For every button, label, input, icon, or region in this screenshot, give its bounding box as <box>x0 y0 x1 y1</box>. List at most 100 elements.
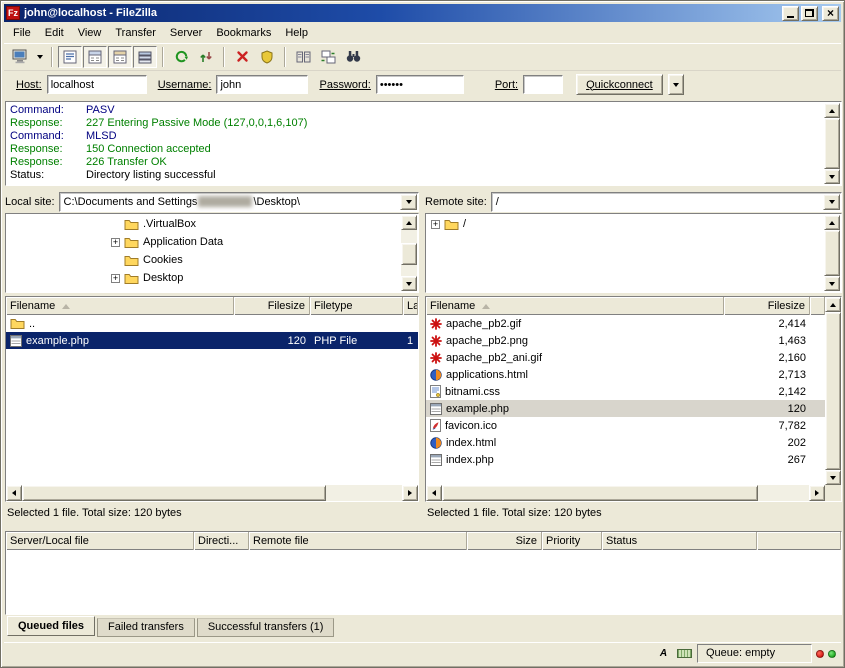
speed-limit-icon[interactable] <box>676 646 693 661</box>
scroll-left-button[interactable] <box>426 485 442 501</box>
file-row-selected[interactable]: example.php 120 PHP File 1 <box>6 332 418 349</box>
column-header-filesize[interactable]: Filesize <box>234 297 310 315</box>
tree-item[interactable]: + / <box>427 215 824 233</box>
menu-file[interactable]: File <box>6 25 38 41</box>
column-header-direction[interactable]: Directi... <box>194 532 249 550</box>
remote-site-dropdown-button[interactable] <box>823 194 840 210</box>
scroll-down-button[interactable] <box>824 169 840 184</box>
column-header-remote-file[interactable]: Remote file <box>249 532 467 550</box>
site-manager-dropdown-button[interactable] <box>33 46 46 68</box>
local-site-combobox[interactable]: C:\Documents and Settings\Desktop\ <box>59 192 419 212</box>
log-vertical-scrollbar[interactable] <box>824 103 840 184</box>
file-row[interactable]: applications.html 2,713 <box>426 366 825 383</box>
toggle-local-tree-button[interactable] <box>83 46 107 68</box>
scroll-thumb[interactable] <box>824 230 840 276</box>
column-header-priority[interactable]: Priority <box>542 532 602 550</box>
process-queue-button[interactable] <box>194 46 218 68</box>
tree-item[interactable]: + Application Data <box>7 233 401 251</box>
file-row[interactable]: favicon.ico 7,782 <box>426 417 825 434</box>
username-input[interactable] <box>216 75 308 94</box>
scroll-track[interactable] <box>825 312 841 470</box>
column-header-size[interactable]: Size <box>467 532 542 550</box>
quickconnect-dropdown-button[interactable] <box>668 74 684 95</box>
remote-list-vertical-scrollbar[interactable] <box>825 297 841 485</box>
scroll-track[interactable] <box>401 230 417 276</box>
scroll-right-button[interactable] <box>402 485 418 501</box>
tree-item[interactable]: .VirtualBox <box>7 215 401 233</box>
scroll-up-button[interactable] <box>401 215 417 230</box>
remote-tree-vertical-scrollbar[interactable] <box>824 215 840 291</box>
scroll-thumb[interactable] <box>22 485 326 501</box>
tree-item[interactable]: + Desktop <box>7 269 401 287</box>
expander-icon[interactable]: + <box>111 238 120 247</box>
file-row[interactable]: apache_pb2_ani.gif 2,160 <box>426 349 825 366</box>
column-header-server-local-file[interactable]: Server/Local file <box>6 532 194 550</box>
toggle-remote-tree-button[interactable] <box>108 46 132 68</box>
file-row[interactable]: apache_pb2.gif 2,414 <box>426 315 825 332</box>
menu-bookmarks[interactable]: Bookmarks <box>209 25 278 41</box>
minimize-button[interactable] <box>782 6 799 21</box>
scroll-down-button[interactable] <box>824 276 840 291</box>
column-header-last-modified[interactable]: Last modified <box>403 297 418 315</box>
scroll-down-button[interactable] <box>825 470 841 485</box>
find-files-button[interactable] <box>341 46 365 68</box>
quickconnect-button[interactable]: Quickconnect <box>576 74 663 95</box>
port-input[interactable] <box>523 75 563 94</box>
disconnect-button[interactable] <box>255 46 279 68</box>
scroll-track[interactable] <box>22 485 402 501</box>
expander-icon[interactable]: + <box>111 274 120 283</box>
scroll-left-button[interactable] <box>6 485 22 501</box>
scroll-thumb[interactable] <box>401 243 417 265</box>
file-row[interactable]: index.php 267 <box>426 451 825 468</box>
menu-view[interactable]: View <box>71 25 109 41</box>
toggle-message-log-button[interactable] <box>58 46 82 68</box>
close-button[interactable] <box>822 6 839 21</box>
column-header-status[interactable]: Status <box>602 532 757 550</box>
password-input[interactable] <box>376 75 464 94</box>
site-manager-button[interactable] <box>8 46 32 68</box>
menu-edit[interactable]: Edit <box>38 25 71 41</box>
remote-site-combobox[interactable]: / <box>491 192 842 212</box>
scroll-down-button[interactable] <box>401 276 417 291</box>
scroll-up-button[interactable] <box>824 215 840 230</box>
scroll-thumb[interactable] <box>442 485 758 501</box>
column-header-filename[interactable]: Filename <box>426 297 724 315</box>
file-row[interactable]: bitnami.css 2,142 <box>426 383 825 400</box>
tab-failed-transfers[interactable]: Failed transfers <box>97 618 195 637</box>
file-row[interactable]: index.html 202 <box>426 434 825 451</box>
scroll-thumb[interactable] <box>824 118 840 169</box>
local-site-dropdown-button[interactable] <box>400 194 417 210</box>
scroll-track[interactable] <box>824 118 840 169</box>
file-row-parent-directory[interactable]: .. <box>6 315 418 332</box>
cancel-button[interactable] <box>230 46 254 68</box>
queue-list-empty[interactable] <box>6 550 841 614</box>
tab-successful-transfers[interactable]: Successful transfers (1) <box>197 618 335 637</box>
scroll-track[interactable] <box>442 485 809 501</box>
restore-button[interactable] <box>801 6 818 21</box>
title-bar[interactable]: Fz john@localhost - FileZilla <box>4 4 841 22</box>
scroll-track[interactable] <box>824 230 840 276</box>
menu-server[interactable]: Server <box>163 25 209 41</box>
host-input[interactable] <box>47 75 147 94</box>
synchronized-browsing-button[interactable] <box>316 46 340 68</box>
tree-item[interactable]: Cookies <box>7 251 401 269</box>
tab-queued-files[interactable]: Queued files <box>7 616 95 636</box>
local-tree-vertical-scrollbar[interactable] <box>401 215 417 291</box>
menu-transfer[interactable]: Transfer <box>108 25 163 41</box>
column-header-filename[interactable]: Filename <box>6 297 234 315</box>
toggle-queue-button[interactable] <box>133 46 157 68</box>
scroll-thumb[interactable] <box>825 312 841 470</box>
local-list-horizontal-scrollbar[interactable] <box>6 485 418 501</box>
file-row-selected[interactable]: example.php 120 <box>426 400 825 417</box>
directory-comparison-button[interactable] <box>291 46 315 68</box>
data-type-icon[interactable]: A <box>655 646 672 661</box>
scroll-up-button[interactable] <box>825 297 841 312</box>
menu-help[interactable]: Help <box>278 25 315 41</box>
column-header-filetype[interactable]: Filetype <box>310 297 403 315</box>
refresh-button[interactable] <box>169 46 193 68</box>
remote-list-horizontal-scrollbar[interactable] <box>426 485 841 501</box>
scroll-up-button[interactable] <box>824 103 840 118</box>
expander-icon[interactable]: + <box>431 220 440 229</box>
file-row[interactable]: apache_pb2.png 1,463 <box>426 332 825 349</box>
scroll-right-button[interactable] <box>809 485 825 501</box>
